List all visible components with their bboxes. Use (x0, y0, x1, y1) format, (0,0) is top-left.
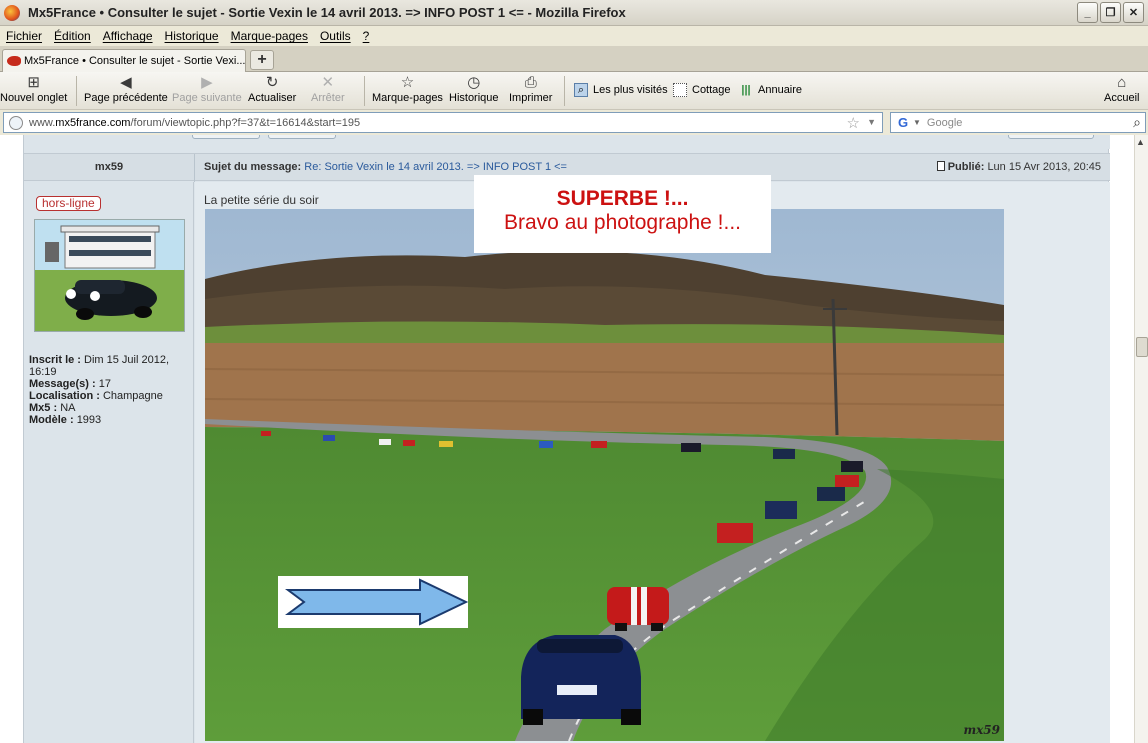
bookmarks-button[interactable]: ☆ Marque-pages (372, 74, 443, 104)
menu-edit[interactable]: Édition (48, 29, 97, 43)
search-input[interactable]: G ▼ Google ⌕ (890, 112, 1146, 133)
post-top-strip (24, 135, 1110, 149)
scrollbar-thumb[interactable] (1136, 337, 1148, 357)
model-value: 1993 (76, 414, 102, 426)
new-tab-toolbar-button[interactable]: ⊞ Nouvel onglet (0, 74, 67, 104)
google-icon[interactable]: G (895, 115, 911, 131)
reload-button[interactable]: ↻ Actualiser (248, 74, 296, 104)
post-published: Publié: Lun 15 Avr 2013, 20:45 (936, 161, 1101, 173)
maximize-button[interactable]: ❐ (1100, 2, 1121, 23)
vertical-scrollbar[interactable]: ▲ (1134, 135, 1148, 743)
back-arrow-icon: ◀ (120, 74, 132, 91)
bookmark-most-visited[interactable]: ⌕ Les plus visités (574, 83, 668, 97)
messages-value: 17 (98, 378, 111, 390)
page-icon (673, 83, 687, 97)
stop-button[interactable]: ✕ Arrêter (311, 74, 345, 104)
window-title: Mx5France • Consulter le sujet - Sortie … (28, 5, 626, 20)
callout-line-2: Bravo au photographe !... (504, 211, 741, 234)
post-tool-button[interactable] (268, 135, 336, 139)
bookmark-star-icon[interactable]: ☆ (847, 114, 860, 132)
close-window-button[interactable]: ✕ (1123, 2, 1144, 23)
superbe-callout: SUPERBE !... Bravo au photographe !... (474, 175, 771, 253)
search-placeholder: Google (926, 116, 963, 129)
url-input[interactable]: www. mx5france.com/forum/viewtopic.php?f=… (3, 112, 883, 133)
menu-view[interactable]: Affichage (97, 29, 159, 43)
callout-line-1: SUPERBE !... (556, 187, 689, 210)
print-button[interactable]: ⎙ Imprimer (509, 74, 552, 104)
post-subject: Sujet du message: Re: Sortie Vexin le 14… (204, 161, 567, 173)
menu-file[interactable]: Fichier (0, 29, 48, 43)
history-button[interactable]: ◷ Historique (449, 74, 499, 104)
bookmark-directory[interactable]: ||| Annuaire (739, 83, 802, 97)
folder-search-icon: ⌕ (574, 83, 588, 97)
home-button[interactable]: ⌂ Accueil (1104, 74, 1139, 104)
toolbar-separator (76, 76, 77, 106)
messages-label: Message(s) : (29, 378, 96, 390)
status-badge: hors-ligne (36, 196, 101, 211)
url-prefix: www. (29, 116, 56, 129)
tab-title: Mx5France • Consulter le sujet - Sortie … (24, 55, 246, 67)
reload-icon: ↻ (265, 74, 279, 91)
globe-icon (9, 115, 23, 130)
subject-link[interactable]: Re: Sortie Vexin le 14 avril 2013. => IN… (304, 161, 567, 173)
menu-tools[interactable]: Outils (314, 29, 357, 43)
profile-info: Inscrit le : Dim 15 Juil 2012, 16:19 Mes… (29, 354, 191, 426)
minimize-button[interactable]: _ (1077, 2, 1098, 23)
avatar (34, 219, 185, 332)
navigation-toolbar: ⊞ Nouvel onglet ◀ Page précédente ▶ Page… (0, 72, 1148, 110)
post-tool-button[interactable] (192, 135, 260, 139)
search-engine-dropdown-icon[interactable]: ▼ (913, 118, 921, 127)
menu-history[interactable]: Historique (159, 29, 225, 43)
post-tool-button[interactable] (1008, 135, 1094, 139)
home-icon: ⌂ (1117, 74, 1127, 91)
mx5-value: NA (60, 402, 76, 414)
location-label: Localisation : (29, 390, 100, 402)
post-body: La petite série du soir mx59 (195, 182, 1110, 743)
window-titlebar: Mx5France • Consulter le sujet - Sortie … (0, 0, 1148, 26)
published-date: Lun 15 Avr 2013, 20:45 (987, 161, 1101, 173)
page-viewport: mx59 Sujet du message: Re: Sortie Vexin … (0, 135, 1134, 743)
toolbar-separator (364, 76, 365, 106)
url-dropdown-icon[interactable]: ▼ (867, 117, 876, 127)
printer-icon: ⎙ (524, 74, 537, 91)
menu-bookmarks[interactable]: Marque-pages (225, 29, 314, 43)
menu-bar: Fichier Édition Affichage Historique Mar… (0, 26, 1148, 46)
url-domain: mx5france.com (55, 116, 131, 129)
menu-help[interactable]: ? (357, 29, 376, 43)
header-separator (194, 154, 195, 182)
tab-bar: Mx5France • Consulter le sujet - Sortie … (0, 46, 1148, 72)
site-favicon-icon (7, 56, 21, 66)
post-photo[interactable]: mx59 (205, 209, 1004, 741)
url-path: /forum/viewtopic.php?f=37&t=16614&start=… (130, 116, 361, 129)
directory-bars-icon: ||| (741, 84, 751, 96)
forward-arrow-icon: ▶ (201, 74, 213, 91)
joined-label: Inscrit le : (29, 354, 81, 366)
post-document-icon[interactable] (936, 161, 945, 171)
photo-watermark: mx59 (963, 723, 1000, 737)
post-caption: La petite série du soir (204, 193, 319, 207)
new-tab-button[interactable]: + (250, 50, 274, 70)
new-tab-icon: ⊞ (27, 74, 40, 91)
location-value: Champagne (102, 390, 163, 402)
mx5-label: Mx5 : (29, 402, 58, 414)
post-author-name[interactable]: mx59 (24, 161, 194, 173)
bookmark-cottage[interactable]: Cottage (673, 83, 731, 97)
back-button[interactable]: ◀ Page précédente (84, 74, 168, 104)
right-arrow-icon (285, 578, 469, 626)
author-profile: hors-ligne Inscrit le: Dim 15 Juil 2012… (24, 182, 194, 743)
address-bar-row: www. mx5france.com/forum/viewtopic.php?f=… (0, 110, 1148, 135)
tab-active[interactable]: Mx5France • Consulter le sujet - Sortie … (2, 49, 246, 72)
model-label: Modèle : (29, 414, 74, 426)
arrow-annotation (278, 576, 469, 628)
search-icon[interactable]: ⌕ (1133, 114, 1141, 131)
published-label: Publié: (947, 161, 985, 173)
forward-button[interactable]: ▶ Page suivante (172, 74, 242, 104)
subject-label: Sujet du message: (204, 161, 302, 173)
toolbar-separator (564, 76, 565, 106)
firefox-icon (4, 4, 20, 21)
clock-icon: ◷ (467, 74, 481, 91)
bookmark-star-icon: ☆ (400, 74, 415, 91)
scroll-up-icon[interactable]: ▲ (1136, 137, 1145, 147)
stop-icon: ✕ (321, 74, 335, 91)
